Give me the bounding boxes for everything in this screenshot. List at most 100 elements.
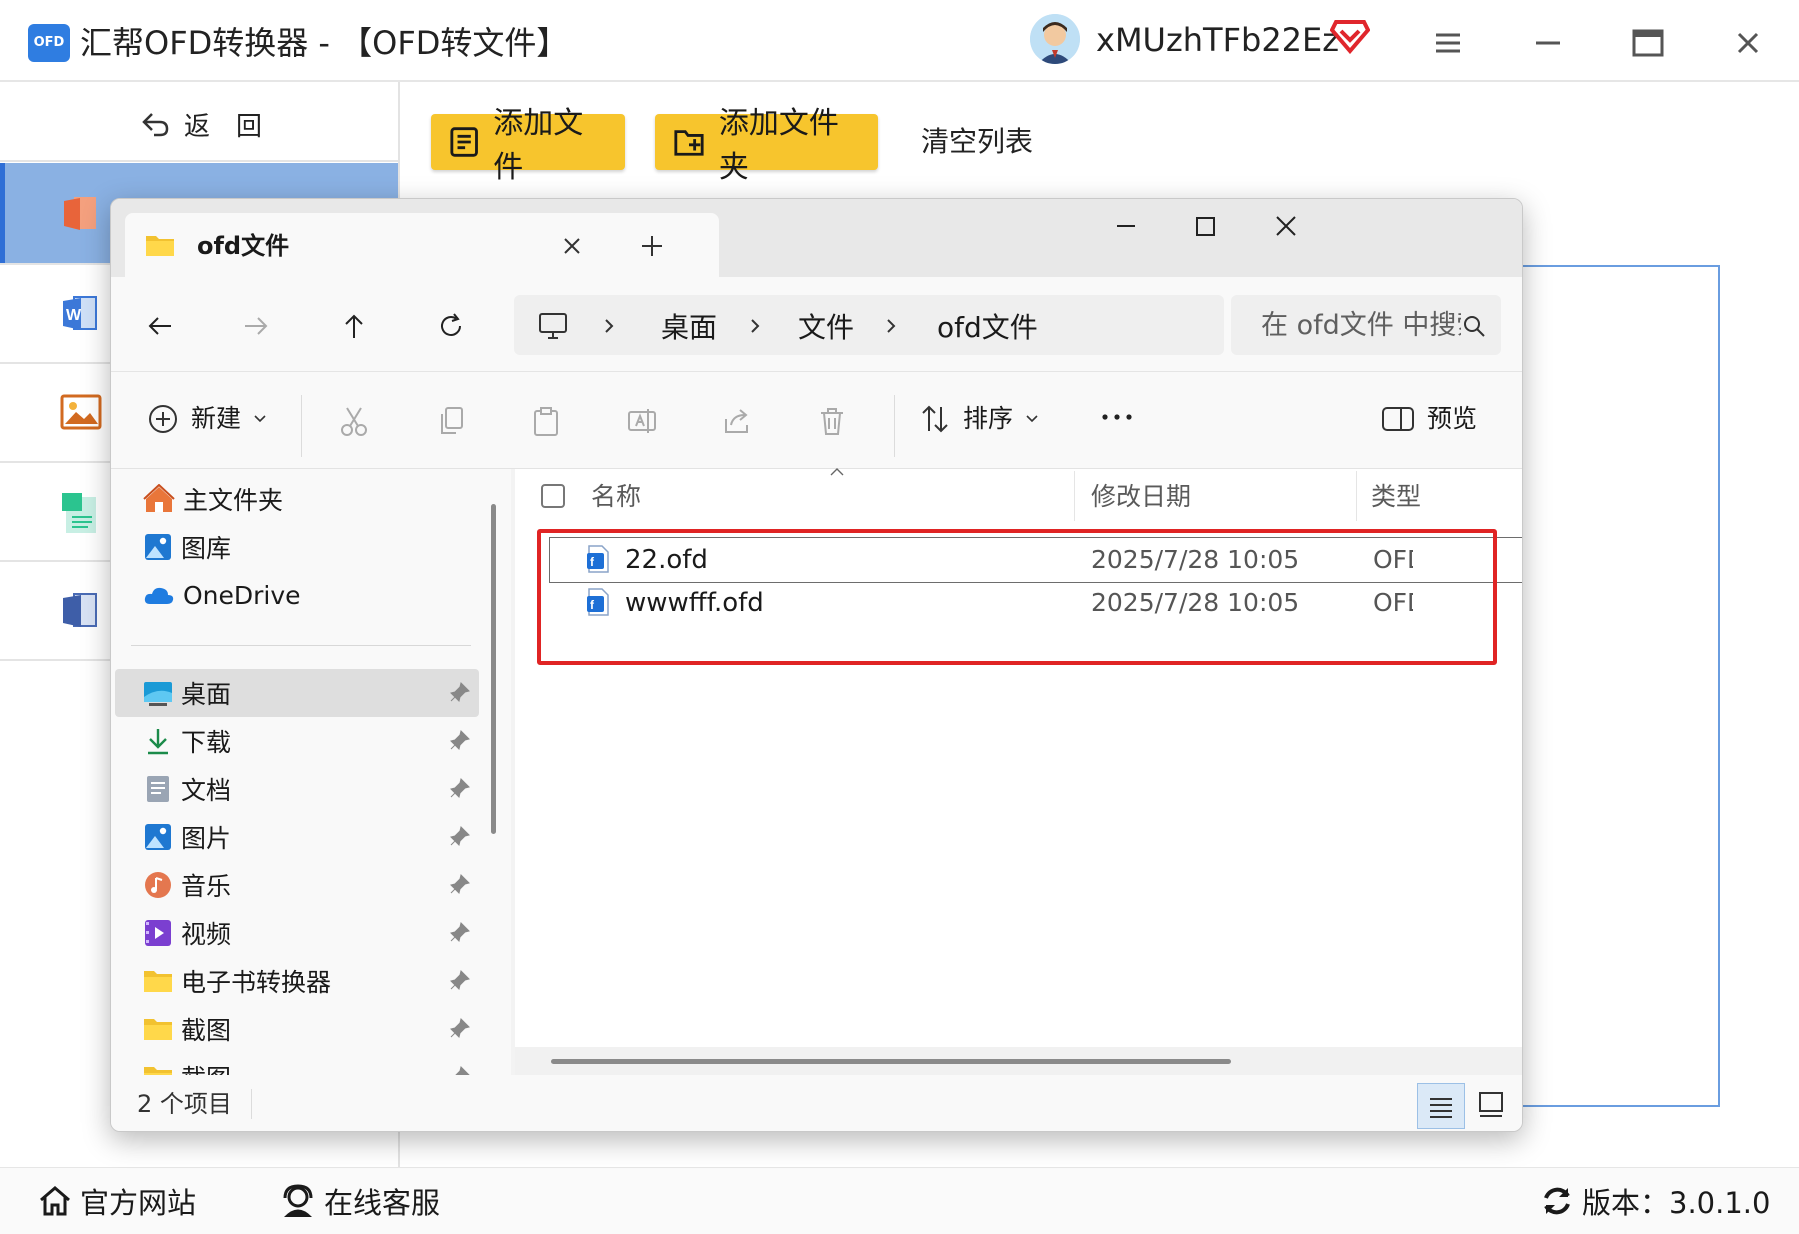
pin-icon[interactable] bbox=[449, 921, 471, 943]
rename-icon[interactable] bbox=[626, 405, 658, 437]
select-all-checkbox[interactable] bbox=[541, 484, 565, 508]
refresh-icon[interactable] bbox=[436, 311, 466, 341]
status-bar bbox=[111, 1075, 1522, 1131]
breadcrumb-item[interactable]: ofd文件 bbox=[937, 309, 1038, 347]
share-icon[interactable] bbox=[721, 405, 753, 437]
explorer-minimize-icon[interactable] bbox=[1111, 211, 1141, 241]
more-options-icon[interactable] bbox=[1099, 402, 1135, 432]
breadcrumb-item[interactable]: 桌面 bbox=[661, 309, 717, 347]
nav-item-gallery[interactable]: 图库 bbox=[143, 526, 231, 568]
cut-icon[interactable] bbox=[339, 405, 369, 437]
sort-button[interactable]: 排序 bbox=[919, 402, 1039, 436]
folder-icon bbox=[144, 1019, 172, 1040]
nav-item-videos[interactable]: 视频 bbox=[143, 912, 231, 954]
breadcrumb-item[interactable]: 文件 bbox=[798, 309, 854, 347]
support-label: 在线客服 bbox=[324, 1186, 441, 1220]
nav-item-documents[interactable]: 文档 bbox=[143, 768, 231, 810]
column-divider[interactable] bbox=[1356, 471, 1357, 521]
folder-icon bbox=[145, 233, 175, 257]
delete-icon[interactable] bbox=[817, 405, 847, 437]
avatar[interactable] bbox=[1030, 14, 1080, 64]
new-tab-icon[interactable] bbox=[639, 233, 665, 259]
file-list-area[interactable] bbox=[1500, 265, 1720, 1107]
footer bbox=[0, 1167, 1799, 1234]
version-info[interactable]: 版本：3.0.1.0 bbox=[1540, 1181, 1770, 1221]
close-tab-icon[interactable] bbox=[559, 233, 585, 259]
vip-diamond-icon[interactable] bbox=[1330, 18, 1370, 54]
back-button[interactable]: 返 回 bbox=[140, 104, 262, 144]
pin-icon[interactable] bbox=[449, 1017, 471, 1039]
column-header-modified[interactable]: 修改日期 bbox=[1091, 479, 1191, 515]
folder-icon bbox=[144, 1067, 172, 1075]
support-link[interactable]: 在线客服 bbox=[280, 1181, 440, 1221]
search-input[interactable]: 在 ofd文件 中搜索 bbox=[1261, 307, 1461, 345]
preview-pane-button[interactable]: 预览 bbox=[1381, 402, 1477, 436]
nav-divider bbox=[131, 645, 471, 646]
nav-item-onedrive[interactable]: OneDrive bbox=[143, 574, 301, 616]
pin-icon[interactable] bbox=[449, 825, 471, 847]
details-view-button[interactable] bbox=[1417, 1083, 1465, 1129]
nav-item-downloads[interactable]: 下载 bbox=[143, 720, 231, 762]
close-icon[interactable] bbox=[1727, 22, 1769, 64]
pin-icon[interactable] bbox=[449, 777, 471, 799]
large-icons-view-button[interactable] bbox=[1473, 1087, 1509, 1123]
pin-icon[interactable] bbox=[449, 969, 471, 991]
nav-scrollbar[interactable] bbox=[491, 504, 496, 834]
home-icon bbox=[40, 1186, 70, 1216]
refresh-icon bbox=[1544, 1187, 1570, 1215]
app-title: 汇帮OFD转换器 - 【OFD转文件】 bbox=[80, 24, 569, 62]
nav-label: 图库 bbox=[181, 534, 232, 563]
file-explorer-dialog[interactable]: ofd文件 桌面 文件 ofd文件 在 ofd文件 中搜索 bbox=[110, 198, 1523, 1132]
minimize-icon[interactable] bbox=[1527, 22, 1569, 64]
explorer-maximize-icon[interactable] bbox=[1190, 211, 1220, 241]
copy-icon[interactable] bbox=[436, 405, 466, 437]
website-link[interactable]: 官方网站 bbox=[38, 1181, 196, 1221]
website-label: 官方网站 bbox=[80, 1186, 197, 1220]
chevron-down-icon bbox=[1026, 415, 1038, 423]
highlight-box bbox=[537, 529, 1497, 665]
pin-icon[interactable] bbox=[449, 1065, 471, 1075]
column-divider[interactable] bbox=[1074, 471, 1075, 521]
menu-icon[interactable] bbox=[1427, 22, 1469, 64]
column-header-name[interactable]: 名称 bbox=[591, 479, 641, 515]
nav-item-screenshots-clipped[interactable]: 截图 bbox=[143, 1056, 473, 1075]
new-button[interactable]: 新建 bbox=[147, 402, 267, 436]
back-arrow-icon[interactable] bbox=[145, 311, 175, 341]
gallery-icon bbox=[145, 534, 171, 560]
chevron-down-icon bbox=[254, 415, 266, 423]
explorer-close-icon[interactable] bbox=[1271, 211, 1301, 241]
this-pc-icon[interactable] bbox=[537, 311, 569, 341]
add-folder-button[interactable]: 添加文件夹 bbox=[655, 106, 878, 185]
sort-label: 排序 bbox=[963, 404, 1014, 433]
nav-label: 音乐 bbox=[181, 872, 232, 901]
nav-item-inner: 截图 bbox=[143, 1056, 231, 1075]
chevron-right-icon bbox=[883, 315, 899, 337]
svg-text:W: W bbox=[66, 307, 82, 324]
pin-icon[interactable] bbox=[449, 873, 471, 895]
nav-item-home[interactable]: 主文件夹 bbox=[143, 478, 283, 520]
nav-item-desktop[interactable]: 桌面 bbox=[143, 672, 231, 714]
desktop-icon bbox=[144, 682, 172, 706]
music-icon bbox=[145, 872, 171, 898]
nav-item-pictures[interactable]: 图片 bbox=[143, 816, 231, 858]
paste-icon[interactable] bbox=[531, 405, 561, 437]
column-header-type[interactable]: 类型 bbox=[1371, 479, 1421, 515]
pin-icon[interactable] bbox=[449, 729, 471, 751]
clear-list-button[interactable]: 清空列表 bbox=[921, 120, 1033, 164]
forward-arrow-icon[interactable] bbox=[241, 311, 271, 341]
nav-label: 电子书转换器 bbox=[181, 968, 332, 997]
maximize-icon[interactable] bbox=[1627, 22, 1669, 64]
nav-item-music[interactable]: 音乐 bbox=[143, 864, 231, 906]
pin-icon[interactable] bbox=[449, 681, 471, 703]
cloud-icon bbox=[144, 587, 174, 604]
add-file-button[interactable]: 添加文件 bbox=[431, 106, 625, 185]
nav-item-screenshots[interactable]: 截图 bbox=[143, 1008, 231, 1050]
nav-item-ebook-converter[interactable]: 电子书转换器 bbox=[143, 960, 331, 1002]
pictures-icon bbox=[145, 824, 171, 850]
back-arrow-icon bbox=[142, 113, 169, 137]
nav-label: 图片 bbox=[181, 824, 232, 853]
breadcrumb[interactable] bbox=[514, 295, 1224, 355]
up-arrow-icon[interactable] bbox=[339, 311, 369, 341]
horizontal-scrollbar-thumb[interactable] bbox=[551, 1059, 1231, 1064]
nav-label: OneDrive bbox=[183, 580, 301, 610]
